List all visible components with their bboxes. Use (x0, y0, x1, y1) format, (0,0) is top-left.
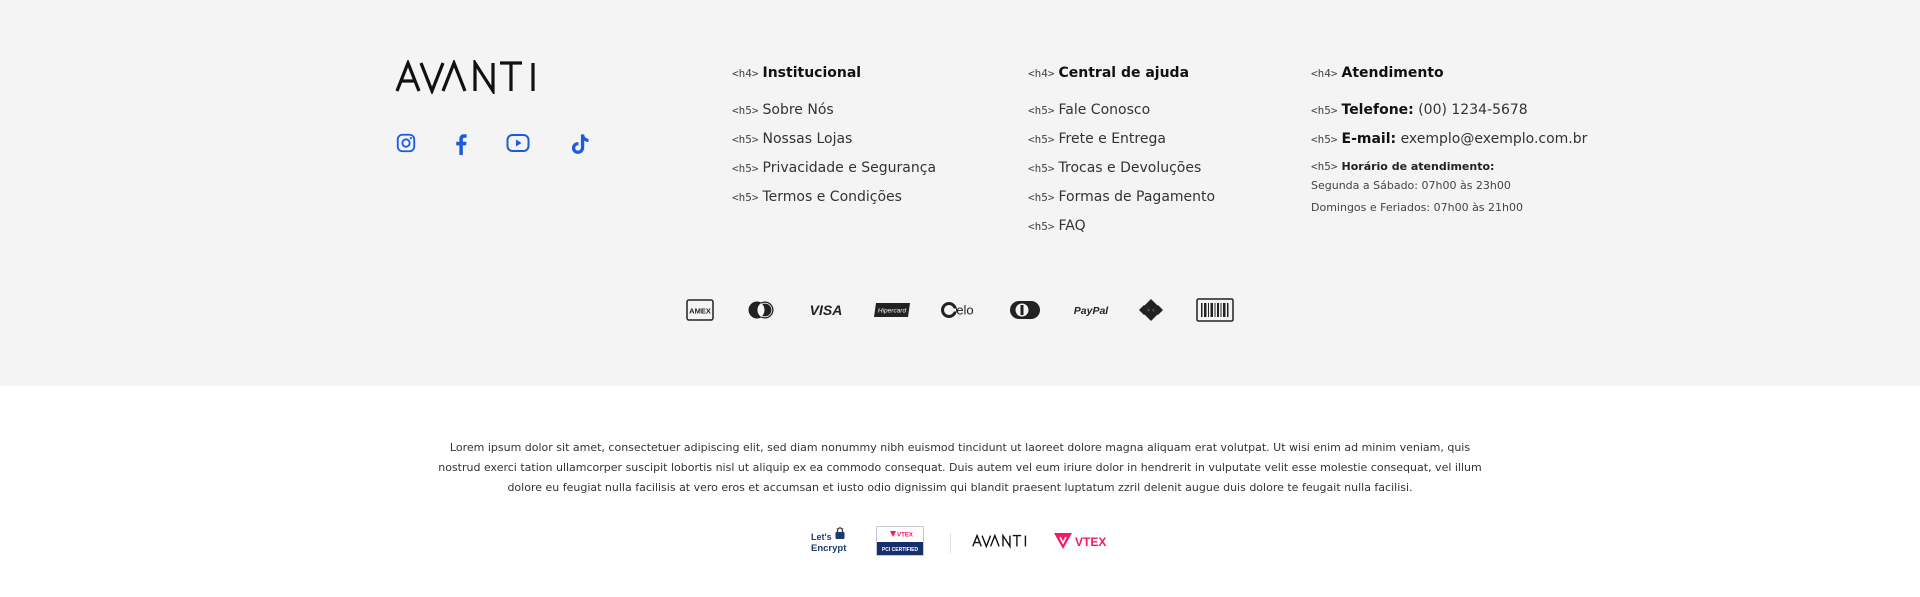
column-title-atendimento: <h4> Atendimento (1311, 64, 1587, 83)
avanti-logo[interactable] (395, 57, 550, 97)
email-info: <h5> E-mail: exemplo@exemplo.com.br (1311, 130, 1587, 149)
html-tag-label: <h5> (1028, 191, 1055, 204)
elo-icon: elo (941, 297, 977, 323)
visa-icon: VISA (806, 297, 846, 323)
amex-icon: AMEX (686, 297, 714, 323)
html-tag-label: <h5> (1311, 104, 1338, 117)
html-tag-label: <h5> (1028, 162, 1055, 175)
footer-column-atendimento: <h4> Atendimento <h5> Telefone: (00) 1234-… (1311, 64, 1587, 219)
footer-link-fale-conosco[interactable]: <h5> Fale Conosco (1028, 101, 1215, 120)
legal-disclaimer: Lorem ipsum dolor sit amet, consectetuer… (438, 441, 1482, 494)
phone-link[interactable]: (00) 1234-5678 (1418, 102, 1528, 118)
opening-hours-holidays: Domingos e Feriados: 07h00 às 21h00 (1311, 201, 1524, 214)
svg-text:PayPal: PayPal (1074, 305, 1110, 317)
facebook-icon[interactable] (450, 132, 474, 156)
svg-text:VTEX: VTEX (897, 533, 913, 539)
html-tag-label: <h5> (1028, 220, 1055, 233)
column-title-text: Atendimento (1341, 65, 1444, 81)
instagram-icon[interactable] (395, 132, 419, 156)
footer-link-nossas-lojas[interactable]: <h5> Nossas Lojas (732, 130, 936, 149)
html-tag-label: <h5> (732, 133, 759, 146)
svg-text:Encrypt: Encrypt (811, 543, 847, 554)
avanti-logo-mark (395, 57, 535, 97)
html-tag-label: <h5> (1028, 133, 1055, 146)
svg-text:elo: elo (956, 303, 973, 318)
footer-link-termos[interactable]: <h5> Termos e Condições (732, 188, 936, 207)
opening-hours: <h5> Horário de atendimento: Segunda a Sá… (1311, 159, 1587, 219)
link-label: Sobre Nós (762, 102, 834, 118)
footer-link-frete[interactable]: <h5> Frete e Entrega (1028, 130, 1215, 149)
footer-column-central-de-ajuda: <h4> Central de ajuda <h5> Fale Conosco <h… (1028, 64, 1215, 246)
avanti-footer-logo[interactable] (972, 533, 1032, 549)
svg-text:Hipercard: Hipercard (878, 308, 907, 315)
opening-hours-title: <h5> Horário de atendimento: (1311, 159, 1587, 175)
html-tag-label: <h5> (1311, 160, 1338, 173)
footer-link-faq[interactable]: <h5> FAQ (1028, 217, 1215, 236)
html-tag-label: <h5> (1028, 104, 1055, 117)
html-tag-label: <h4> (1311, 67, 1338, 80)
phone-info: <h5> Telefone: (00) 1234-5678 (1311, 101, 1587, 120)
footer-column-institucional: <h4> Institucional <h5> Sobre Nós <h5> Noss… (732, 64, 936, 217)
opening-hours-weekdays: Segunda a Sábado: 07h00 às 23h00 (1311, 179, 1511, 192)
link-label: Formas de Pagamento (1058, 189, 1216, 205)
html-tag-label: <h5> (732, 162, 759, 175)
hipercard-icon: Hipercard (873, 297, 911, 323)
tiktok-icon[interactable] (569, 132, 593, 156)
diners-icon (1009, 297, 1041, 323)
footer-link-formas-pagamento[interactable]: <h5> Formas de Pagamento (1028, 188, 1215, 207)
html-tag-label: <h5> (732, 191, 759, 204)
email-label: E-mail: (1341, 131, 1397, 147)
column-title-text: Institucional (762, 65, 862, 81)
html-tag-label: <h4> (732, 67, 759, 80)
footer-top (0, 0, 1920, 386)
svg-text:PCI CERTIFIED: PCI CERTIFIED (882, 547, 919, 553)
html-tag-label: <h4> (1028, 67, 1055, 80)
link-label: Privacidade e Segurança (762, 160, 937, 176)
link-label: FAQ (1058, 218, 1086, 234)
mastercard-icon (746, 297, 776, 323)
phone-label: Telefone: (1341, 102, 1414, 118)
youtube-icon[interactable] (506, 132, 532, 156)
link-label: Trocas e Devoluções (1058, 160, 1202, 176)
link-label: Termos e Condições (762, 189, 902, 205)
letsencrypt-badge[interactable]: Let's Encrypt (810, 526, 854, 558)
svg-text:VTEX: VTEX (1075, 535, 1106, 549)
column-title-ajuda: <h4> Central de ajuda (1028, 64, 1215, 83)
svg-text:AMEX: AMEX (689, 307, 711, 316)
email-link[interactable]: exemplo@exemplo.com.br (1401, 131, 1588, 147)
pix-icon (1138, 297, 1164, 323)
column-title-text: Central de ajuda (1058, 65, 1190, 81)
vtex-logo[interactable]: VTEX (1053, 531, 1109, 551)
boleto-icon (1196, 297, 1234, 323)
footer-link-sobre-nos[interactable]: <h5> Sobre Nós (732, 101, 936, 120)
badge-divider (950, 533, 951, 553)
footer-link-privacidade[interactable]: <h5> Privacidade e Segurança (732, 159, 936, 178)
paypal-icon: PayPal (1071, 297, 1111, 323)
svg-text:VISA: VISA (810, 302, 843, 318)
link-label: Frete e Entrega (1058, 131, 1166, 147)
footer-link-trocas[interactable]: <h5> Trocas e Devoluções (1028, 159, 1215, 178)
link-label: Fale Conosco (1058, 102, 1151, 118)
vtex-pci-certified-badge[interactable]: VTEX PCI CERTIFIED (876, 526, 924, 556)
column-title-institucional: <h4> Institucional (732, 64, 936, 83)
link-label: Nossas Lojas (762, 131, 853, 147)
html-tag-label: <h5> (1311, 133, 1338, 146)
html-tag-label: <h5> (732, 104, 759, 117)
opening-hours-label: Horário de atendimento: (1341, 160, 1495, 173)
svg-text:Let's: Let's (811, 532, 832, 542)
